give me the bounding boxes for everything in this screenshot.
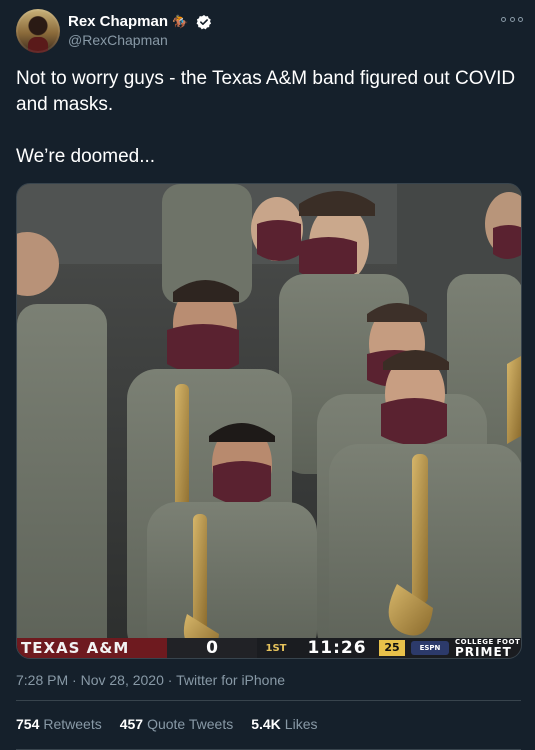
- stat-label: Likes: [284, 716, 318, 732]
- tv-scorebug: TEXAS A&M 0 1ST 11:26 25 ESPN COLLEGE FO…: [17, 638, 521, 658]
- author-handle[interactable]: @RexChapman: [68, 32, 168, 48]
- scorebug-team: TEXAS A&M: [17, 638, 167, 658]
- meta-separator: ·: [167, 672, 173, 688]
- more-options-icon[interactable]: [501, 14, 523, 24]
- tweet-text: Not to worry guys - the Texas A&M band f…: [16, 66, 521, 170]
- retweets-stat[interactable]: 754 Retweets: [16, 716, 102, 732]
- horse-icon: 🏇: [172, 14, 189, 29]
- scorebug-brand: COLLEGE FOOT PRIMET: [455, 639, 521, 658]
- tweet-source[interactable]: Twitter for iPhone: [176, 672, 285, 688]
- scorebug-quarter: 1ST: [265, 642, 287, 654]
- tweet-media-photo[interactable]: TEXAS A&M 0 1ST 11:26 25 ESPN COLLEGE FO…: [16, 183, 522, 659]
- quote-tweets-stat[interactable]: 457 Quote Tweets: [120, 716, 234, 732]
- stat-label: Quote Tweets: [147, 716, 234, 732]
- stat-count: 754: [16, 716, 40, 732]
- scorebug-network-logo: ESPN: [411, 641, 449, 655]
- tweet-stats: 754 Retweets 457 Quote Tweets 5.4K Likes: [16, 716, 317, 732]
- tweet-meta: 7:28 PM · Nov 28, 2020 · Twitter for iPh…: [16, 672, 285, 688]
- band-photo: [17, 184, 521, 658]
- meta-separator: ·: [72, 672, 77, 688]
- tweet-card: Rex Chapman 🏇 @RexChapman Not to worry g…: [0, 0, 535, 750]
- tweet-text-line: We’re doomed...: [16, 146, 156, 167]
- stat-count: 5.4K: [251, 716, 281, 732]
- scorebug-play-clock: 25: [379, 640, 405, 656]
- tweet-time[interactable]: 7:28 PM: [16, 672, 68, 688]
- author-name-row[interactable]: Rex Chapman 🏇: [68, 13, 212, 30]
- verified-icon: [196, 14, 212, 29]
- avatar[interactable]: [16, 9, 60, 53]
- scorebug-score: 0: [167, 638, 257, 658]
- stat-count: 457: [119, 716, 144, 732]
- likes-stat[interactable]: 5.4K Likes: [251, 716, 317, 732]
- scorebug-brand-bottom: PRIMET: [455, 644, 512, 658]
- scorebug-clock: 11:26: [307, 638, 367, 658]
- stat-label: Retweets: [43, 716, 102, 732]
- divider: [16, 700, 521, 701]
- tweet-text-line: Not to worry guys - the Texas A&M band f…: [16, 68, 516, 115]
- display-name[interactable]: Rex Chapman: [68, 13, 168, 30]
- tweet-date[interactable]: Nov 28, 2020: [81, 672, 164, 688]
